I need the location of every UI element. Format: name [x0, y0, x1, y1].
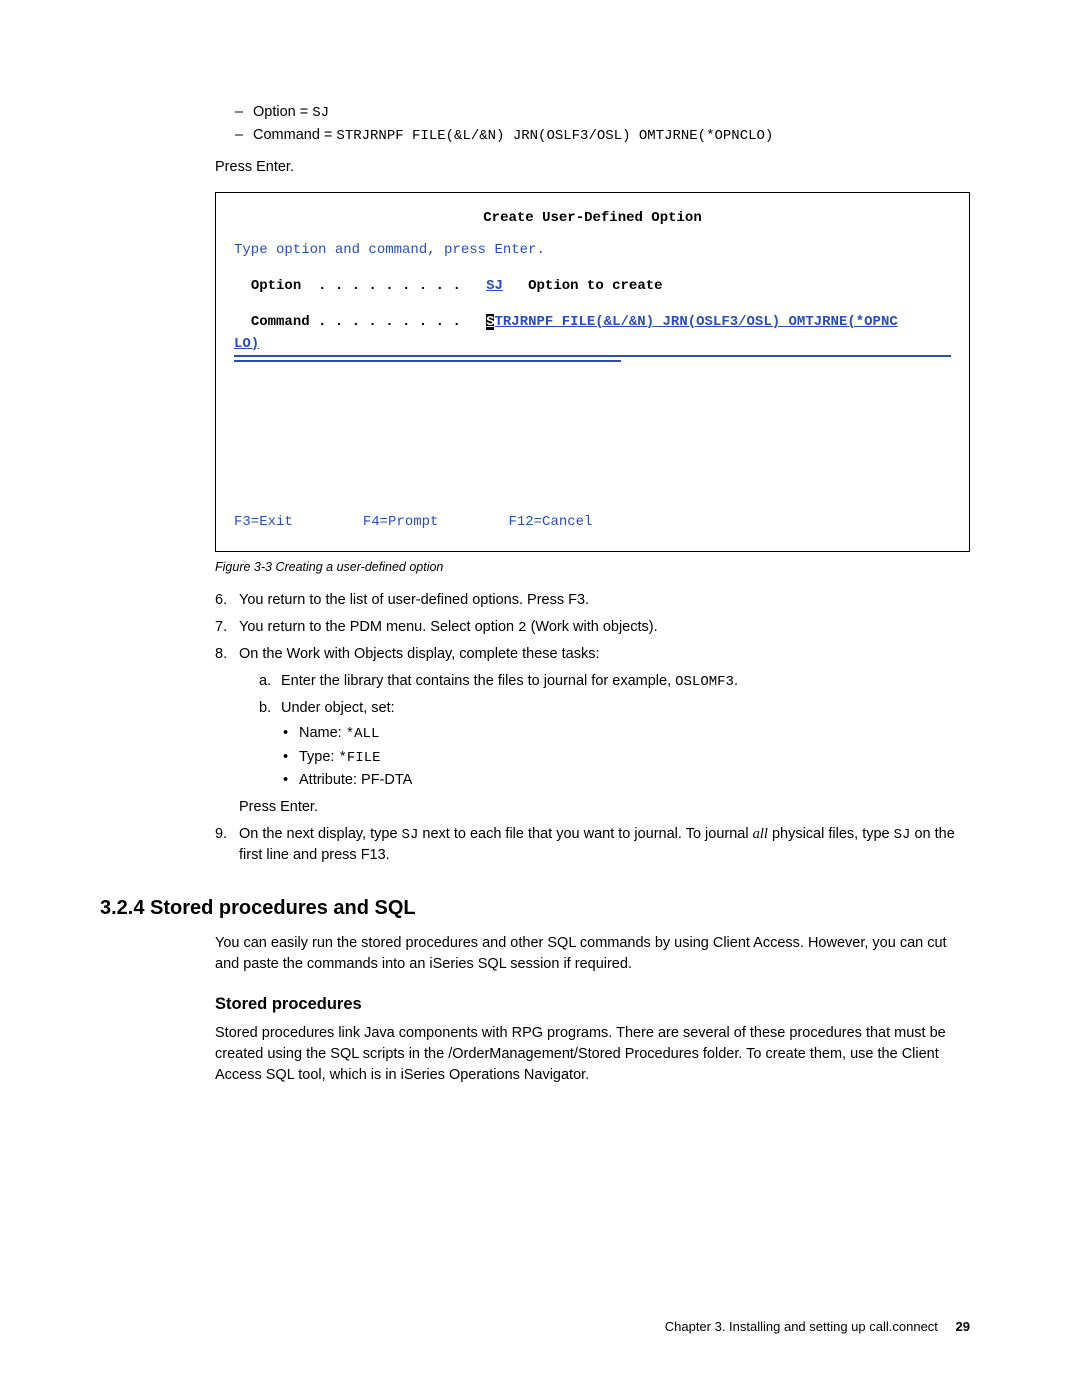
cmdrest: TRJRNPF FILE(&L/&N) JRN(OSLF3/OSL) OMTJR…: [494, 314, 897, 330]
code: SJ: [894, 827, 911, 843]
step-8: 8. On the Work with Objects display, com…: [215, 644, 970, 818]
terminal-command-row: Command . . . . . . . . . STRJRNPF FILE(…: [234, 311, 951, 333]
sub-para: Stored procedures link Java components w…: [215, 1023, 970, 1086]
txt: You return to the PDM menu. Select optio…: [239, 619, 518, 635]
main-content: –Option = SJ –Command = STRJRNPF FILE(&L…: [215, 102, 970, 1086]
page: –Option = SJ –Command = STRJRNPF FILE(&L…: [0, 0, 1080, 1397]
section-heading: 3.2.4 Stored procedures and SQL: [100, 894, 970, 923]
page-footer: Chapter 3. Installing and setting up cal…: [665, 1318, 970, 1337]
step-8a: a. Enter the library that contains the f…: [259, 671, 970, 692]
bullets: •Name: *ALL •Type: *FILE •Attribute: PF-…: [283, 723, 970, 791]
terminal-title: Create User-Defined Option: [234, 207, 951, 229]
txt: next to each file that you want to journ…: [418, 826, 752, 842]
terminal-screenshot: Create User-Defined Option Type option a…: [215, 192, 970, 552]
txt: (Work with objects).: [527, 619, 658, 635]
footer-chapter: Chapter 3. Installing and setting up cal…: [665, 1319, 938, 1334]
f12: F12=Cancel: [508, 514, 592, 530]
txt: .: [734, 673, 738, 689]
txt: physical files, type: [768, 826, 894, 842]
dash-command: –Command = STRJRNPF FILE(&L/&N) JRN(OSLF…: [235, 125, 970, 146]
txt: Type:: [299, 749, 339, 765]
step-8b: b. Under object, set:: [259, 698, 970, 719]
code: OSLOMF3: [675, 674, 734, 690]
code: SJ: [402, 827, 419, 843]
code: SJ: [312, 105, 329, 121]
terminal-rule-2: [234, 360, 621, 362]
terminal-option-row: Option . . . . . . . . . SJ Option to cr…: [234, 275, 951, 297]
terminal-rule-1: [234, 355, 951, 357]
txt: You return to the list of user-defined o…: [239, 590, 970, 611]
emph: all: [753, 826, 768, 842]
dash-option: –Option = SJ: [235, 102, 970, 123]
txt: Enter the library that contains the file…: [281, 673, 675, 689]
step-7: 7. You return to the PDM menu. Select op…: [215, 617, 970, 638]
txt: Under object, set:: [281, 698, 395, 719]
txt: Command =: [253, 127, 336, 143]
code: STRJRNPF FILE(&L/&N) JRN(OSLF3/OSL) OMTJ…: [336, 128, 773, 144]
footer-page-number: 29: [956, 1319, 970, 1334]
txt: On the Work with Objects display, comple…: [239, 644, 970, 665]
code: 2: [518, 620, 526, 636]
press-enter: Press Enter.: [215, 157, 970, 178]
f4: F4=Prompt: [363, 514, 439, 530]
lbl: Option . . . . . . . . .: [251, 278, 461, 294]
subheading: Stored procedures: [215, 993, 970, 1017]
section-para: You can easily run the stored procedures…: [215, 933, 970, 975]
figure-caption: Figure 3-3 Creating a user-defined optio…: [215, 558, 970, 576]
press-enter-8: Press Enter.: [239, 797, 970, 818]
desc: Option to create: [528, 278, 662, 294]
txt: On the next display, type: [239, 826, 402, 842]
f3: F3=Exit: [234, 514, 293, 530]
lbl: Command . . . . . . . . .: [251, 314, 461, 330]
terminal-instr: Type option and command, press Enter.: [234, 239, 951, 261]
val: SJ: [486, 278, 503, 294]
step-6: 6. You return to the list of user-define…: [215, 590, 970, 611]
terminal-command-wrap: LO): [234, 333, 951, 355]
terminal-fkeys: F3=Exit F4=Prompt F12=Cancel: [234, 511, 592, 533]
code: *FILE: [339, 750, 381, 766]
code: *ALL: [346, 726, 380, 742]
txt: Option =: [253, 104, 312, 120]
txt: Attribute: PF-DTA: [299, 772, 412, 788]
step-9: 9. On the next display, type SJ next to …: [215, 824, 970, 866]
txt: Name:: [299, 725, 346, 741]
